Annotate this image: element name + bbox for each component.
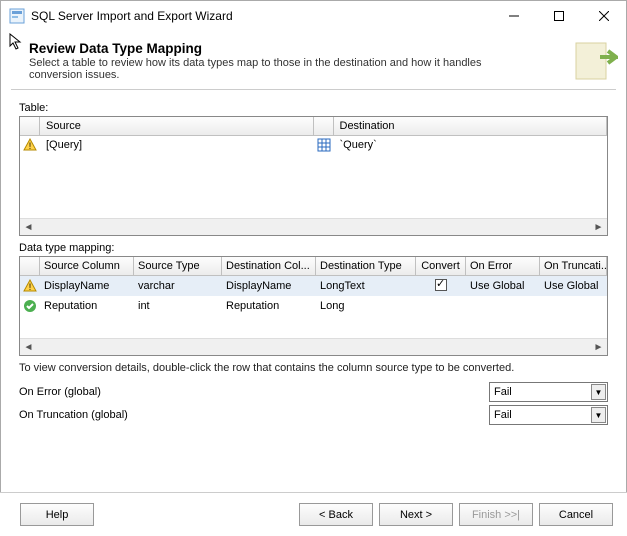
col-source[interactable]: Source <box>40 117 314 135</box>
cancel-button[interactable]: Cancel <box>539 503 613 526</box>
col-source-type[interactable]: Source Type <box>134 257 222 275</box>
table-icon <box>314 136 334 154</box>
close-button[interactable] <box>581 1 626 31</box>
app-icon <box>9 8 25 24</box>
back-button[interactable]: < Back <box>299 503 373 526</box>
on-error-global-label: On Error (global) <box>19 386 489 398</box>
on-trunc-global-row: On Truncation (global) Fail ▼ <box>19 405 608 425</box>
footer: Help < Back Next > Finish >>| Cancel <box>0 492 627 536</box>
wizard-icon <box>570 37 618 88</box>
cell-dest-type: LongText <box>316 278 416 294</box>
finish-button: Finish >>| <box>459 503 533 526</box>
on-trunc-global-select[interactable]: Fail ▼ <box>489 405 608 425</box>
col-on-truncation[interactable]: On Truncati... <box>540 257 607 275</box>
col-dest-column[interactable]: Destination Col... <box>222 257 316 275</box>
cell-on-trunc: Use Global <box>540 278 607 294</box>
scroll-right-icon[interactable]: ► <box>590 339 607 356</box>
col-convert[interactable]: Convert <box>416 257 466 275</box>
col-source-column[interactable]: Source Column <box>40 257 134 275</box>
cell-dest-col: DisplayName <box>222 278 316 294</box>
header-panel: Review Data Type Mapping Select a table … <box>1 31 626 89</box>
window-title: SQL Server Import and Export Wizard <box>31 9 491 23</box>
cell-source-type: int <box>134 298 222 314</box>
chevron-down-icon[interactable]: ▼ <box>591 407 606 423</box>
page-subtitle: Select a table to review how its data ty… <box>29 57 489 81</box>
cursor-icon <box>9 33 23 54</box>
cell-source-type: varchar <box>134 278 222 294</box>
chevron-down-icon[interactable]: ▼ <box>591 384 606 400</box>
help-button[interactable]: Help <box>20 503 94 526</box>
table-row-dest: `Query` <box>334 136 608 154</box>
svg-text:!: ! <box>29 141 32 151</box>
next-button[interactable]: Next > <box>379 503 453 526</box>
hint-text: To view conversion details, double-click… <box>19 362 608 374</box>
mapping-hscroll[interactable]: ◄► <box>20 338 607 355</box>
checkbox-checked-icon <box>435 279 447 291</box>
cell-on-error: Use Global <box>466 278 540 294</box>
table-row[interactable]: ! [Query] `Query` <box>20 136 607 154</box>
mapping-row[interactable]: ! DisplayName varchar DisplayName LongTe… <box>20 276 607 296</box>
scroll-left-icon[interactable]: ◄ <box>20 339 37 356</box>
mapping-row[interactable]: Reputation int Reputation Long <box>20 296 607 316</box>
scroll-left-icon[interactable]: ◄ <box>20 219 37 236</box>
on-error-global-select[interactable]: Fail ▼ <box>489 382 608 402</box>
svg-text:!: ! <box>29 282 32 292</box>
cell-on-error <box>466 304 540 308</box>
warning-icon: ! <box>20 136 40 154</box>
on-trunc-global-label: On Truncation (global) <box>19 409 489 421</box>
table-hscroll[interactable]: ◄► <box>20 218 607 235</box>
table-list-header: Source Destination <box>20 117 607 136</box>
cell-convert[interactable] <box>416 277 466 296</box>
titlebar: SQL Server Import and Export Wizard <box>1 1 626 31</box>
warning-icon: ! <box>20 279 40 293</box>
mapping-grid-header: Source Column Source Type Destination Co… <box>20 257 607 276</box>
ok-icon <box>20 299 40 313</box>
mapping-label: Data type mapping: <box>19 242 608 254</box>
scroll-right-icon[interactable]: ► <box>590 219 607 236</box>
table-label: Table: <box>19 102 608 114</box>
mapping-grid[interactable]: Source Column Source Type Destination Co… <box>19 256 608 356</box>
col-dest-type[interactable]: Destination Type <box>316 257 416 275</box>
table-row-source: [Query] <box>40 136 314 154</box>
cell-convert[interactable] <box>416 304 466 308</box>
cell-source-col: DisplayName <box>40 278 134 294</box>
cell-dest-col: Reputation <box>222 298 316 314</box>
on-error-global-row: On Error (global) Fail ▼ <box>19 382 608 402</box>
on-trunc-global-value: Fail <box>494 409 512 421</box>
cell-dest-type: Long <box>316 298 416 314</box>
cell-on-trunc <box>540 304 607 308</box>
cell-source-col: Reputation <box>40 298 134 314</box>
maximize-button[interactable] <box>536 1 581 31</box>
table-list[interactable]: Source Destination ! [Query] `Query` ◄► <box>19 116 608 236</box>
minimize-button[interactable] <box>491 1 536 31</box>
on-error-global-value: Fail <box>494 386 512 398</box>
col-on-error[interactable]: On Error <box>466 257 540 275</box>
page-title: Review Data Type Mapping <box>29 41 608 56</box>
col-destination[interactable]: Destination <box>334 117 608 135</box>
